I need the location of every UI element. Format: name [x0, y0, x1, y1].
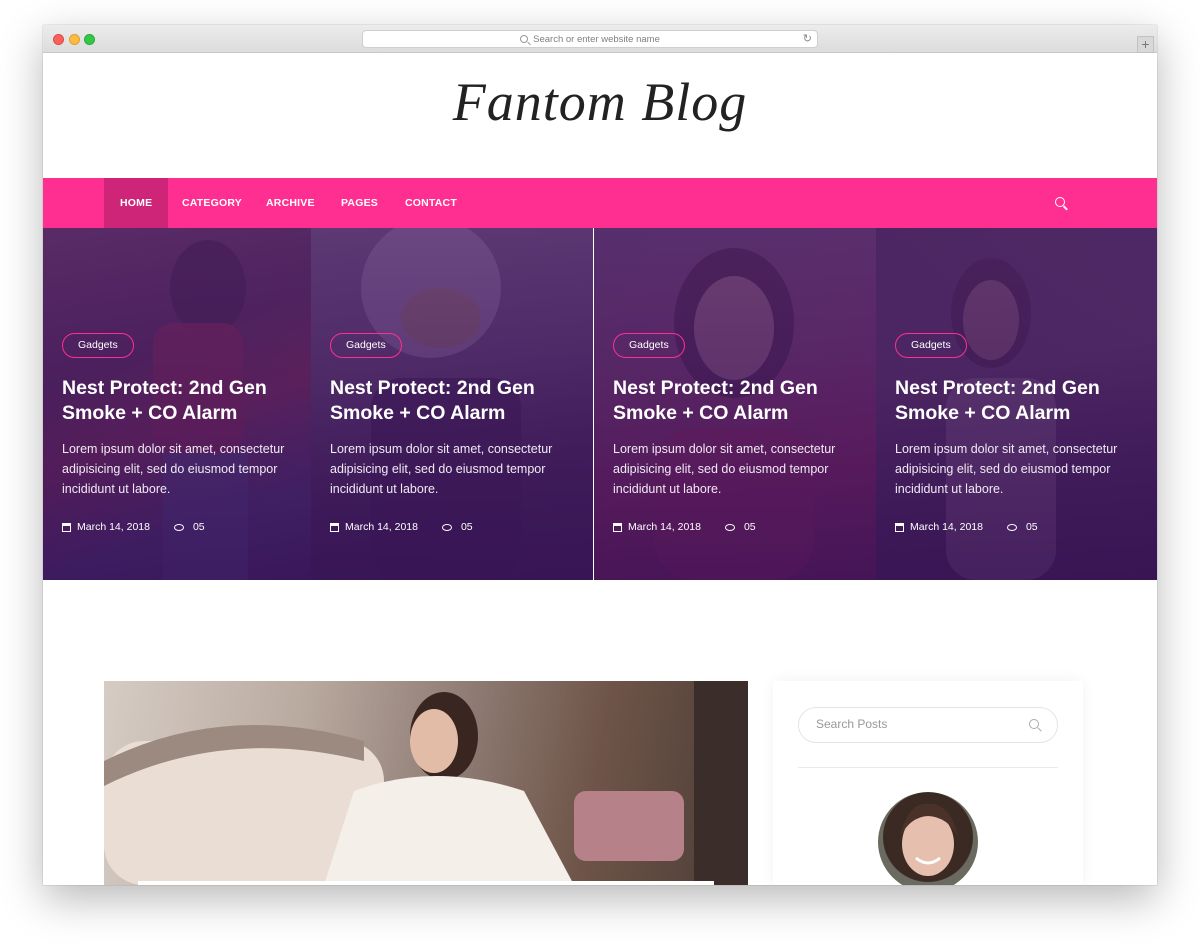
- post-thumbnail-image: [104, 681, 748, 885]
- featured-post-card[interactable]: Gadgets Nest Protect: 2nd Gen Smoke + CO…: [594, 228, 876, 580]
- post-meta: March 14, 2018 05: [895, 521, 1038, 533]
- calendar-icon: [895, 522, 904, 532]
- site-logo[interactable]: Fantom Blog: [43, 71, 1157, 133]
- search-icon[interactable]: [1029, 719, 1039, 729]
- new-tab-button[interactable]: +: [1137, 36, 1154, 53]
- featured-post-card[interactable]: Gadgets Nest Protect: 2nd Gen Smoke + CO…: [43, 228, 311, 580]
- browser-titlebar: Search or enter website name ↻ +: [43, 25, 1157, 53]
- close-window-icon[interactable]: [53, 34, 64, 45]
- featured-posts: Gadgets Nest Protect: 2nd Gen Smoke + CO…: [43, 228, 1157, 580]
- post-card-edge: [138, 881, 714, 885]
- post-thumbnail[interactable]: [104, 681, 748, 885]
- post-title[interactable]: Nest Protect: 2nd Gen Smoke + CO Alarm: [613, 376, 858, 426]
- search-icon[interactable]: [1055, 197, 1065, 207]
- post-meta: March 14, 2018 05: [330, 521, 473, 533]
- comment-icon: [1006, 523, 1017, 531]
- comment-count[interactable]: 05: [744, 521, 756, 533]
- sidebar: [773, 681, 1083, 885]
- reload-icon[interactable]: ↻: [803, 32, 812, 45]
- author-avatar-image: [900, 803, 958, 876]
- post-excerpt: Lorem ipsum dolor sit amet, consectetur …: [330, 442, 553, 496]
- category-badge[interactable]: Gadgets: [613, 333, 685, 358]
- calendar-icon: [330, 522, 339, 532]
- featured-post-card[interactable]: Gadgets Nest Protect: 2nd Gen Smoke + CO…: [311, 228, 593, 580]
- post-meta: March 14, 2018 05: [62, 521, 205, 533]
- category-badge[interactable]: Gadgets: [330, 333, 402, 358]
- search-icon: [520, 35, 529, 43]
- search-posts-input[interactable]: [816, 717, 1016, 731]
- search-posts-field[interactable]: [798, 707, 1058, 743]
- comment-count[interactable]: 05: [1026, 521, 1038, 533]
- category-badge[interactable]: Gadgets: [62, 333, 134, 358]
- nav-item-home[interactable]: HOME: [104, 178, 169, 228]
- nav-item-pages[interactable]: PAGES: [341, 178, 378, 228]
- post-date: March 14, 2018: [345, 521, 418, 533]
- minimize-window-icon[interactable]: [69, 34, 80, 45]
- post-meta: March 14, 2018 05: [613, 521, 756, 533]
- comment-icon: [441, 523, 452, 531]
- comment-count[interactable]: 05: [193, 521, 205, 533]
- calendar-icon: [62, 522, 71, 532]
- site-header: Fantom Blog: [43, 53, 1157, 178]
- post-excerpt: Lorem ipsum dolor sit amet, consectetur …: [895, 442, 1118, 496]
- nav-item-category[interactable]: CATEGORY: [182, 178, 242, 228]
- address-bar-placeholder: Search or enter website name: [533, 33, 660, 45]
- calendar-icon: [613, 522, 622, 532]
- main-navigation: HOME CATEGORY ARCHIVE PAGES CONTACT: [43, 178, 1157, 228]
- nav-item-archive[interactable]: ARCHIVE: [266, 178, 315, 228]
- divider: [798, 767, 1058, 768]
- address-bar[interactable]: Search or enter website name ↻: [362, 30, 818, 48]
- maximize-window-icon[interactable]: [84, 34, 95, 45]
- comment-icon: [173, 523, 184, 531]
- post-title[interactable]: Nest Protect: 2nd Gen Smoke + CO Alarm: [895, 376, 1140, 426]
- browser-window: Search or enter website name ↻ + Fantom …: [43, 25, 1157, 885]
- nav-item-contact[interactable]: CONTACT: [405, 178, 457, 228]
- author-avatar[interactable]: [878, 792, 978, 885]
- post-excerpt: Lorem ipsum dolor sit amet, consectetur …: [62, 442, 285, 496]
- post-date: March 14, 2018: [628, 521, 701, 533]
- post-title[interactable]: Nest Protect: 2nd Gen Smoke + CO Alarm: [62, 376, 307, 426]
- comment-icon: [724, 523, 735, 531]
- post-excerpt: Lorem ipsum dolor sit amet, consectetur …: [613, 442, 836, 496]
- comment-count[interactable]: 05: [461, 521, 473, 533]
- category-badge[interactable]: Gadgets: [895, 333, 967, 358]
- featured-post-card[interactable]: Gadgets Nest Protect: 2nd Gen Smoke + CO…: [876, 228, 1157, 580]
- post-date: March 14, 2018: [910, 521, 983, 533]
- post-date: March 14, 2018: [77, 521, 150, 533]
- post-title[interactable]: Nest Protect: 2nd Gen Smoke + CO Alarm: [330, 376, 575, 426]
